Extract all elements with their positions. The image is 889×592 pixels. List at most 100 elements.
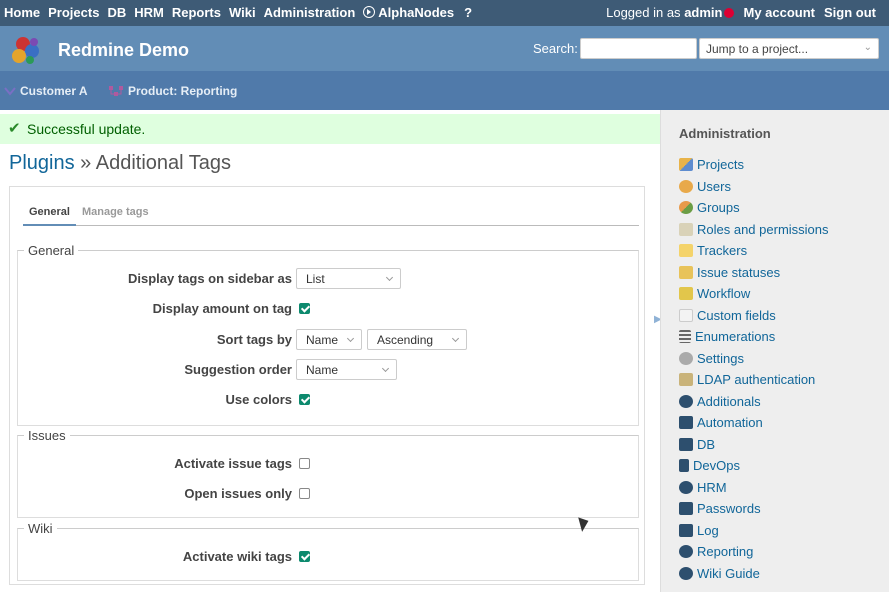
sitemap-icon	[109, 86, 123, 96]
page-title: Plugins » Additional Tags	[9, 152, 231, 175]
use-colors-label: Use colors	[225, 392, 292, 407]
sidebar-item-label: Projects	[697, 157, 744, 173]
sidebar-item-label: Reporting	[697, 544, 754, 560]
sidebar-item-label: Workflow	[697, 286, 751, 302]
top-menu-home[interactable]: Home	[4, 5, 40, 20]
sidebar-item-issue-statuses[interactable]: Issue statuses	[679, 262, 829, 284]
flash-message: Successful update.	[27, 121, 146, 137]
sidebar-item-hrm[interactable]: HRM	[679, 477, 829, 499]
top-menu-administration[interactable]: Administration	[264, 5, 356, 20]
sidebar-item-label: Roles and permissions	[697, 221, 829, 237]
project-product-reporting-label: Product: Reporting	[128, 84, 238, 98]
project-product-reporting[interactable]: Product: Reporting	[108, 84, 237, 98]
fieldset-general-legend: General	[24, 243, 79, 258]
row-activate-wiki-tags: Activate wiki tags	[18, 546, 640, 568]
chevron-down-icon: ⌄	[863, 42, 872, 53]
top-menu-hrm[interactable]: HRM	[134, 5, 164, 20]
sidebar-item-trackers[interactable]: Trackers	[679, 240, 829, 262]
fieldset-issues-legend: Issues	[24, 428, 70, 443]
row-open-issues-only: Open issues only	[18, 483, 640, 505]
sidebar-item-roles[interactable]: Roles and permissions	[679, 219, 829, 241]
sidebar-item-ldap[interactable]: LDAP authentication	[679, 369, 829, 391]
top-menu-alphanodes[interactable]: AlphaNodes	[363, 5, 454, 20]
sidebar-item-projects[interactable]: Projects	[679, 154, 829, 176]
sign-out-link[interactable]: Sign out	[824, 5, 876, 20]
logged-in-user[interactable]: admin	[684, 5, 722, 20]
fieldset-wiki-legend: Wiki	[24, 521, 57, 536]
open-issues-only-checkbox[interactable]	[299, 488, 310, 499]
sidebar-item-label: Settings	[697, 350, 744, 366]
sidebar-item-additionals[interactable]: Additionals	[679, 391, 829, 413]
settings-box: General Manage tags General Display tags…	[9, 186, 645, 585]
pie-chart-icon	[679, 545, 693, 559]
tab-general[interactable]: General	[23, 204, 76, 226]
user-circle-icon	[679, 480, 693, 494]
sidebar-item-log[interactable]: Log	[679, 520, 829, 542]
suggestion-order-select[interactable]: Name	[296, 359, 397, 380]
sidebar-item-label: Enumerations	[695, 329, 776, 345]
sidebar-item-groups[interactable]: Groups	[679, 197, 829, 219]
sidebar-item-automation[interactable]: Automation	[679, 412, 829, 434]
sidebar-item-settings[interactable]: Settings	[679, 348, 829, 370]
activate-issue-tags-checkbox[interactable]	[299, 458, 310, 469]
project-customer-a[interactable]: Customer A	[4, 84, 88, 98]
gears-icon	[679, 394, 693, 408]
top-menu-db[interactable]: DB	[107, 5, 126, 20]
my-account-link[interactable]: My account	[743, 5, 815, 20]
sort-direction-select[interactable]: Ascending	[367, 329, 467, 350]
sidebar-item-db[interactable]: DB	[679, 434, 829, 456]
sidebar-item-label: LDAP authentication	[697, 372, 816, 388]
sidebar-item-users[interactable]: Users	[679, 176, 829, 198]
logged-in-prefix: Logged in as	[606, 5, 681, 20]
sidebar-item-label: Groups	[697, 200, 740, 216]
fieldset-issues: Issues Activate issue tags Open issues o…	[17, 428, 640, 518]
top-menu-reports[interactable]: Reports	[172, 5, 221, 20]
users-icon	[679, 179, 693, 193]
display-amount-checkbox[interactable]	[299, 303, 310, 314]
book-icon	[679, 523, 693, 537]
sidebar-item-wiki-guide[interactable]: Wiki Guide	[679, 563, 829, 585]
trackers-icon	[679, 244, 693, 258]
sidebar-item-reporting[interactable]: Reporting	[679, 541, 829, 563]
flash-notice: ✔ Successful update.	[0, 114, 660, 144]
redmine-logo-icon	[12, 37, 39, 64]
sidebar-item-devops[interactable]: DevOps	[679, 455, 829, 477]
sidebar-item-label: Automation	[697, 415, 763, 431]
workflow-icon	[679, 287, 693, 301]
site-title[interactable]: Redmine Demo	[58, 40, 189, 61]
page-title-text: Additional Tags	[95, 152, 232, 174]
sidebar-item-enumerations[interactable]: Enumerations	[679, 326, 829, 348]
breadcrumb-plugins[interactable]: Plugins	[9, 152, 75, 174]
project-bar: Customer A Product: Reporting	[0, 71, 889, 110]
sidebar-item-workflow[interactable]: Workflow	[679, 283, 829, 305]
ldap-icon	[679, 373, 693, 387]
alphanodes-icon	[363, 6, 376, 18]
sidebar-item-custom-fields[interactable]: Custom fields	[679, 305, 829, 327]
row-suggestion-order: Suggestion order Name	[18, 359, 640, 381]
help-icon[interactable]: ?	[464, 5, 472, 20]
row-sort-tags: Sort tags by Name Ascending	[18, 329, 640, 351]
search-label: Search:	[533, 41, 578, 56]
sidebar-heading: Administration	[679, 126, 771, 141]
use-colors-checkbox[interactable]	[299, 394, 310, 405]
jump-to-project-placeholder: Jump to a project...	[706, 42, 809, 56]
sidebar-item-label: Issue statuses	[697, 264, 781, 280]
sidebar-item-passwords[interactable]: Passwords	[679, 498, 829, 520]
display-amount-label: Display amount on tag	[152, 301, 292, 316]
jump-to-project-select[interactable]: Jump to a project... ⌄	[699, 38, 879, 59]
search-input[interactable]	[580, 38, 697, 59]
top-menu-projects[interactable]: Projects	[48, 5, 99, 20]
main-content: ✔ Successful update. Plugins » Additiona…	[0, 110, 662, 592]
sidebar-item-label: Users	[697, 178, 731, 194]
display-on-sidebar-select[interactable]: List	[296, 268, 401, 289]
sidebar-item-label: Passwords	[697, 501, 761, 517]
admin-menu: Projects Users Groups Roles and permissi…	[679, 154, 829, 584]
activate-wiki-tags-label: Activate wiki tags	[182, 549, 292, 564]
sidebar-item-label: Log	[697, 522, 719, 538]
sidebar-item-label: Custom fields	[697, 307, 776, 323]
top-menu-wiki[interactable]: Wiki	[229, 5, 256, 20]
activate-wiki-tags-checkbox[interactable]	[299, 551, 310, 562]
sort-field-select[interactable]: Name	[296, 329, 362, 350]
tab-manage-tags[interactable]: Manage tags	[76, 204, 155, 226]
branch-icon	[679, 459, 689, 473]
